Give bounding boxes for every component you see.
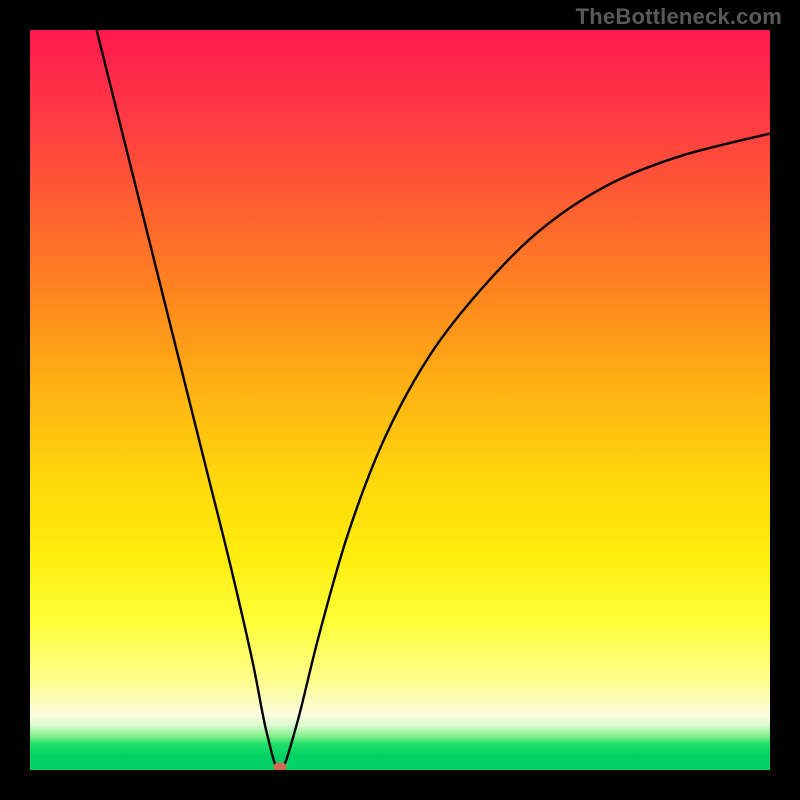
curve-path xyxy=(97,30,770,770)
plot-area xyxy=(30,30,770,770)
chart-frame: TheBottleneck.com xyxy=(0,0,800,800)
minimum-marker xyxy=(274,763,287,771)
bottleneck-curve xyxy=(30,30,770,770)
watermark-text: TheBottleneck.com xyxy=(576,4,782,30)
